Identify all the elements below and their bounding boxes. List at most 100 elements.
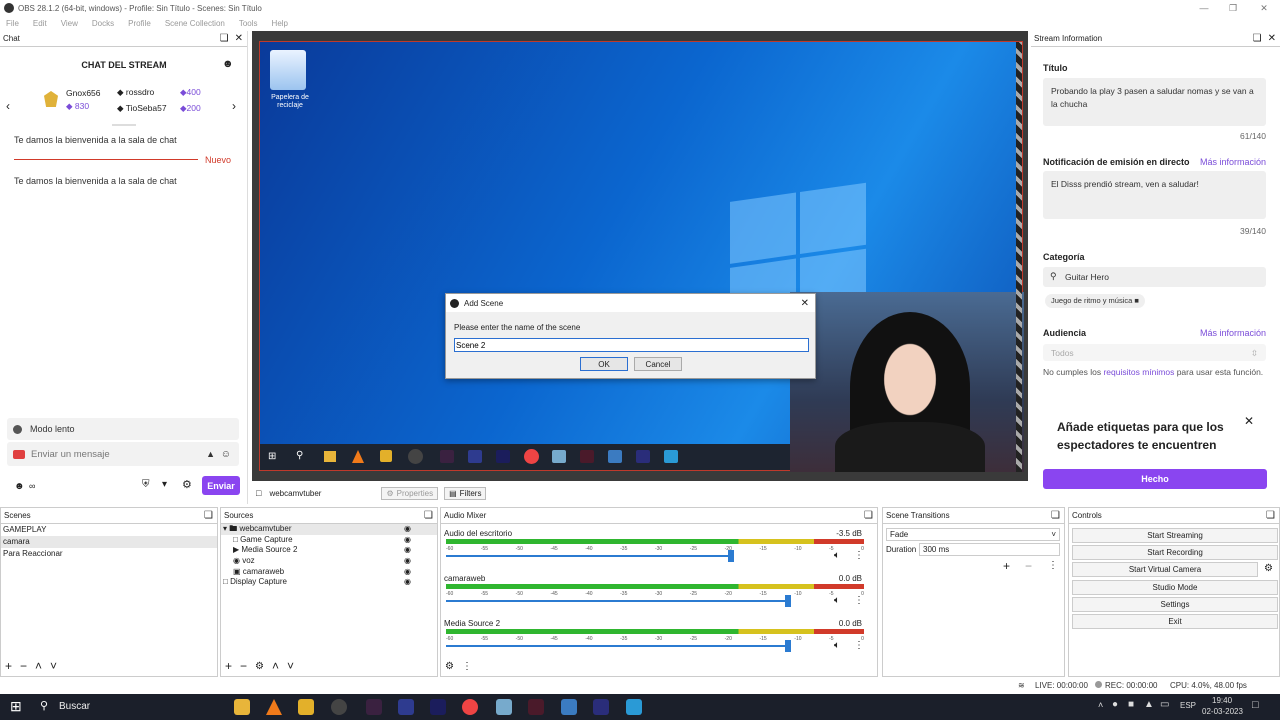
more-options-icon[interactable]: ⋮ [854,550,864,561]
app-icon[interactable] [398,699,414,715]
list-item[interactable]: ◉ voz ◉ [221,556,437,567]
clock-time[interactable]: 19:40 [1212,696,1232,705]
speaker-icon[interactable]: 🔈︎ [834,550,840,561]
settings-button[interactable]: Settings [1072,597,1278,612]
list-item[interactable]: □ Game Capture ◉ [221,535,437,546]
menu-scene-collection[interactable]: Scene Collection [165,19,225,28]
obs-icon[interactable] [331,699,347,715]
menu-help[interactable]: Help [272,19,288,28]
ok-button[interactable]: OK [580,357,628,371]
gear-icon[interactable]: ⚙ [182,478,192,491]
file-explorer-icon[interactable] [234,699,250,715]
fader-handle[interactable] [785,595,791,607]
notification-input[interactable]: El Disss prendió stream, ven a saludar! [1043,171,1266,219]
chrome-icon[interactable] [462,699,478,715]
speaker-icon[interactable]: 🔈︎ [834,640,840,651]
menu-view[interactable]: View [61,19,78,28]
speaker-icon[interactable]: 🔈︎ [834,595,840,606]
chevron-right-icon[interactable]: › [232,99,236,113]
list-item[interactable]: ▶ Media Source 2 ◉ [221,545,437,556]
app-icon[interactable] [496,699,512,715]
volume-fader[interactable] [446,550,734,562]
gear-icon[interactable]: ⚙ [255,661,264,672]
eye-icon[interactable]: ◉ [404,545,411,556]
app-icon[interactable] [366,699,382,715]
float-icon[interactable]: ❏ [864,510,873,521]
list-item[interactable]: □ Display Capture ◉ [221,577,437,588]
more-info-link[interactable]: Más información [1200,157,1266,167]
notification-icon[interactable]: □ [1252,699,1259,711]
gear-icon[interactable]: ⚙ [1264,563,1273,574]
move-down-button[interactable]: ˅ [287,659,294,673]
move-down-button[interactable]: ˅ [50,659,57,673]
properties-button[interactable]: ⚙ Properties [381,486,439,500]
title-input[interactable]: Probando la play 3 pasen a saludar nomas… [1043,78,1266,126]
remove-transition-button[interactable]: − [1025,559,1032,573]
chevron-left-icon[interactable]: ‹ [6,99,10,113]
eye-icon[interactable]: ◉ [404,535,411,546]
remove-scene-button[interactable]: − [20,659,27,673]
menu-file[interactable]: File [6,19,19,28]
eye-icon[interactable]: ◉ [404,577,411,588]
app-icon[interactable] [528,699,544,715]
shield-icon[interactable]: ⛨ [142,479,150,490]
close-icon[interactable]: ✕ [1250,0,1278,16]
remove-source-button[interactable]: − [240,659,247,673]
menu-profile[interactable]: Profile [128,19,151,28]
tag-chip[interactable]: Juego de ritmo y música ■ [1045,294,1145,308]
media-encoder-icon[interactable] [593,699,609,715]
duration-input[interactable]: 300 ms [919,543,1060,556]
smiley-icon[interactable]: ☺ [221,449,231,460]
filters-button[interactable]: ▤ Filters [444,486,487,500]
volume-fader[interactable] [446,640,791,652]
start-icon[interactable]: ⊞ [10,698,22,715]
audience-select[interactable]: Todos ⇳ [1043,344,1266,361]
eye-icon[interactable]: ◉ [404,524,411,535]
chat-input[interactable]: Enviar un mensaje ▲ ☺ [7,442,239,466]
close-icon[interactable]: ✕ [801,298,809,309]
menu-edit[interactable]: Edit [33,19,47,28]
float-icon[interactable]: ❏ [424,510,433,521]
list-item[interactable]: ▾ 🖿︎ webcamvtuber ◉ [221,524,437,535]
filter-icon[interactable]: ▾ [162,479,167,490]
users-icon[interactable]: ☻ [222,58,234,70]
volume-fader[interactable] [446,595,791,607]
avatar[interactable]: ☻ [14,481,25,492]
add-transition-button[interactable]: + [1003,559,1010,573]
premiere-icon[interactable] [430,699,446,715]
add-source-button[interactable]: + [225,659,232,673]
menu-docks[interactable]: Docks [92,19,114,28]
list-item[interactable]: ▣ camaraweb ◉ [221,567,437,578]
eye-icon[interactable]: ◉ [404,567,411,578]
close-icon[interactable]: ✕ [1244,414,1254,428]
send-button[interactable]: Enviar [202,476,240,495]
close-icon[interactable]: ✕ [1268,33,1276,44]
more-options-icon[interactable]: ⋮ [854,595,864,606]
studio-mode-button[interactable]: Studio Mode [1072,580,1278,595]
network-icon[interactable]: ▭ [1160,699,1169,710]
float-icon[interactable]: ❏ [220,33,229,44]
taskbar-search[interactable]: Buscar [59,701,90,712]
clock-date[interactable]: 02-03-2023 [1202,707,1243,716]
preview-canvas[interactable]: Papelera de reciclaje ⊞ ⚲ [252,31,1028,481]
eye-icon[interactable]: ◉ [404,556,411,567]
fader-handle[interactable] [785,640,791,652]
add-scene-button[interactable]: + [5,659,12,673]
audience-more-info-link[interactable]: Más información [1200,328,1266,338]
close-icon[interactable]: ✕ [235,33,243,44]
start-streaming-button[interactable]: Start Streaming [1072,528,1278,543]
photos-icon[interactable] [561,699,577,715]
more-options-icon[interactable]: ⋮ [462,661,472,672]
float-icon[interactable]: ❏ [204,510,213,521]
start-recording-button[interactable]: Start Recording [1072,545,1278,560]
cancel-button[interactable]: Cancel [634,357,682,371]
bits-icon[interactable]: ▲ [206,449,215,459]
scene-name-input[interactable] [454,338,809,352]
restore-icon[interactable]: ❐ [1219,0,1247,16]
move-up-button[interactable]: ˄ [35,659,42,673]
transition-select[interactable]: Fade ˅ [886,528,1060,541]
move-up-button[interactable]: ˄ [272,659,279,673]
requirements-link[interactable]: requisitos mínimos [1103,367,1174,377]
done-button[interactable]: Hecho [1043,469,1267,489]
vlc-icon[interactable] [266,699,282,715]
